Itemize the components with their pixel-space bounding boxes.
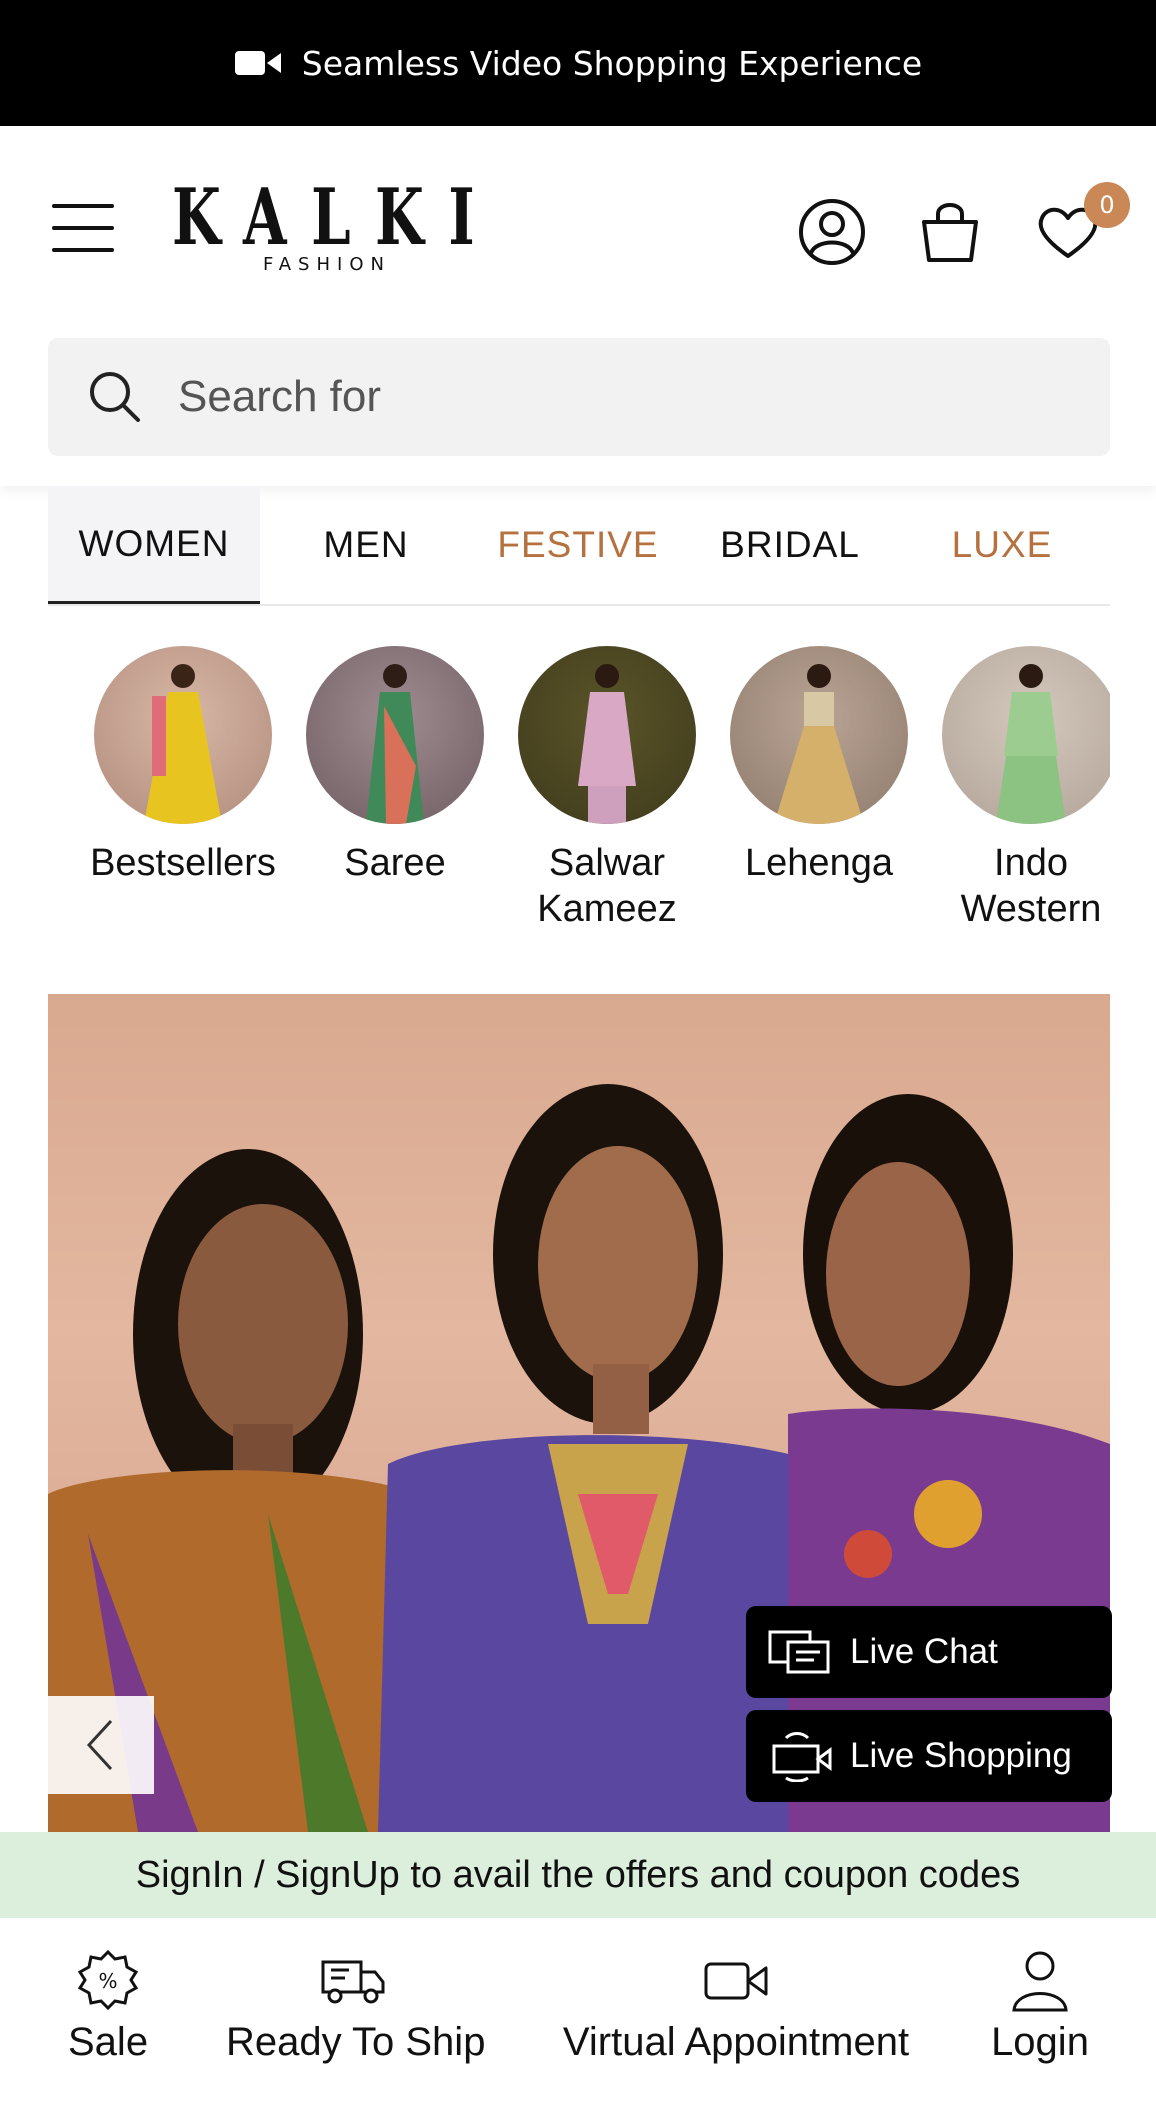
account-icon[interactable] xyxy=(796,196,868,268)
category-image xyxy=(94,646,272,824)
category-label: Bestsellers xyxy=(90,842,276,884)
user-icon xyxy=(1012,1951,1068,2012)
search-input[interactable] xyxy=(178,372,978,422)
category-label: Salwar Kameez xyxy=(537,842,677,930)
live-shopping-label: Live Shopping xyxy=(850,1736,1072,1775)
chat-screens-icon xyxy=(768,1630,830,1674)
category-image xyxy=(306,646,484,824)
nav-sale-label: Sale xyxy=(68,2020,149,2064)
hero-banner-image[interactable] xyxy=(48,994,1110,1832)
nav-ready-to-ship-label: Ready To Ship xyxy=(226,2020,486,2064)
category-saree[interactable]: Saree xyxy=(295,646,495,886)
nav-login-label: Login xyxy=(991,2020,1089,2064)
tab-festive[interactable]: FESTIVE xyxy=(472,486,684,604)
nav-login[interactable]: Login xyxy=(990,1948,1090,2065)
tab-women[interactable]: WOMEN xyxy=(48,486,260,604)
category-image xyxy=(730,646,908,824)
search-icon xyxy=(90,372,140,422)
brand-name: KALKI xyxy=(172,172,500,263)
cart-bag-icon[interactable] xyxy=(914,196,986,268)
live-chat-label: Live Chat xyxy=(850,1632,998,1671)
live-chat-button[interactable]: Live Chat xyxy=(746,1606,1112,1698)
menu-icon[interactable] xyxy=(52,204,114,256)
banner-illustration xyxy=(48,1084,1110,1832)
signin-promo-banner[interactable]: SignIn / SignUp to avail the offers and … xyxy=(0,1832,1156,1918)
category-label: Indo Western xyxy=(960,842,1102,930)
nav-ready-to-ship[interactable]: Ready To Ship xyxy=(226,1948,486,2065)
sale-badge-icon: % xyxy=(77,1949,139,2011)
tab-luxe[interactable]: LUXE xyxy=(896,486,1108,604)
category-image xyxy=(942,646,1110,824)
live-broadcast-icon xyxy=(772,1732,832,1782)
svg-text:%: % xyxy=(98,1969,117,1993)
live-shopping-button[interactable]: Live Shopping xyxy=(746,1710,1112,1802)
category-label: Lehenga xyxy=(745,842,893,884)
category-carousel: Bestsellers Saree Salwar Kameez Lehenga … xyxy=(0,646,1110,946)
nav-sale[interactable]: % Sale xyxy=(68,1948,148,2065)
search-bar[interactable] xyxy=(48,338,1110,456)
category-image xyxy=(518,646,696,824)
banner-prev-button[interactable] xyxy=(48,1696,154,1794)
brand-logo[interactable]: KALKI FASHION xyxy=(172,172,500,276)
wishlist-count-badge: 0 xyxy=(1084,182,1130,228)
delivery-truck-icon xyxy=(321,1960,385,2004)
category-salwar-kameez[interactable]: Salwar Kameez xyxy=(507,646,707,932)
announcement-bar[interactable]: Seamless Video Shopping Experience xyxy=(0,0,1156,126)
announcement-text: Seamless Video Shopping Experience xyxy=(301,43,923,83)
tab-bridal[interactable]: BRIDAL xyxy=(684,486,896,604)
bottom-navigation: % Sale Ready To Ship Virtual Appointment… xyxy=(0,1918,1156,2128)
nav-virtual-appointment[interactable]: Virtual Appointment xyxy=(558,1948,914,2065)
video-camera-icon xyxy=(234,51,281,75)
category-bestsellers[interactable]: Bestsellers xyxy=(83,646,283,886)
category-lehenga[interactable]: Lehenga xyxy=(719,646,919,886)
video-camera-icon xyxy=(704,1962,768,2000)
category-label: Saree xyxy=(344,842,446,884)
nav-virtual-appointment-label: Virtual Appointment xyxy=(562,2020,910,2064)
promo-text: SignIn / SignUp to avail the offers and … xyxy=(135,1853,1021,1896)
tab-men[interactable]: MEN xyxy=(260,486,472,604)
chevron-left-icon xyxy=(86,1719,113,1771)
category-tabs: WOMEN MEN FESTIVE BRIDAL LUXE xyxy=(48,486,1110,606)
category-indo-western[interactable]: Indo Western xyxy=(931,646,1110,932)
